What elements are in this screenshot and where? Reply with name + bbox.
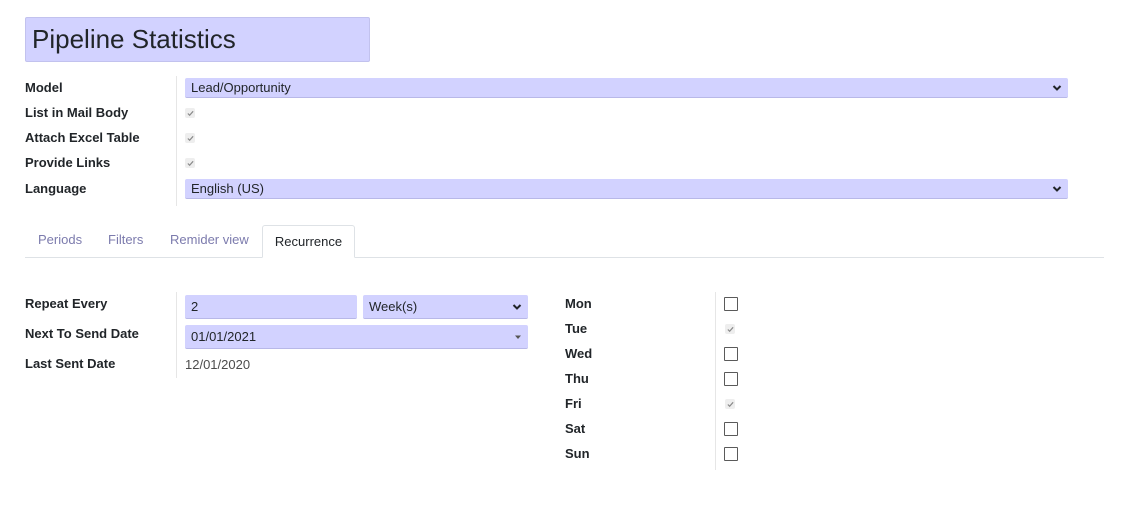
day-label-thu: Thu xyxy=(565,371,589,386)
last-sent-date-value: 12/01/2020 xyxy=(185,357,251,372)
record-title-field[interactable] xyxy=(25,17,370,62)
next-to-send-date-label: Next To Send Date xyxy=(25,326,139,341)
checkmark-icon xyxy=(726,326,734,332)
caret-down-icon xyxy=(515,335,521,339)
checkmark-icon xyxy=(186,160,194,166)
chevron-down-icon xyxy=(1052,84,1062,91)
model-label: Model xyxy=(25,80,63,95)
repeat-every-input[interactable]: 2 xyxy=(185,295,357,319)
label-separator xyxy=(715,292,716,470)
chevron-down-icon xyxy=(512,303,522,310)
day-checkbox-sun[interactable] xyxy=(724,447,738,461)
day-checkbox-wed[interactable] xyxy=(724,347,738,361)
chevron-down-icon xyxy=(1052,185,1062,192)
list-in-mail-body-label: List in Mail Body xyxy=(25,105,129,120)
language-select[interactable]: English (US) xyxy=(185,179,1068,199)
tab-periods[interactable]: Periods xyxy=(38,232,82,247)
tabs-divider xyxy=(25,257,1104,258)
label-separator xyxy=(176,76,177,206)
provide-links-checkbox[interactable] xyxy=(185,158,195,168)
repeat-unit-value: Week(s) xyxy=(369,299,418,314)
checkmark-icon xyxy=(186,135,194,141)
day-checkbox-tue[interactable] xyxy=(725,324,735,334)
provide-links-label: Provide Links xyxy=(25,155,111,170)
record-title-input[interactable] xyxy=(26,18,369,61)
tab-remider-view[interactable]: Remider view xyxy=(170,232,249,247)
checkmark-icon xyxy=(726,401,734,407)
tab-filters[interactable]: Filters xyxy=(108,232,143,247)
day-checkbox-mon[interactable] xyxy=(724,297,738,311)
day-label-sat: Sat xyxy=(565,421,586,436)
attach-excel-table-label: Attach Excel Table xyxy=(25,130,140,145)
day-label-tue: Tue xyxy=(565,321,588,336)
model-select-value: Lead/Opportunity xyxy=(191,80,291,95)
repeat-every-value: 2 xyxy=(191,299,199,314)
repeat-unit-select[interactable]: Week(s) xyxy=(363,295,528,319)
day-label-fri: Fri xyxy=(565,396,582,411)
tab-recurrence[interactable]: Recurrence xyxy=(262,225,355,258)
language-label: Language xyxy=(25,181,87,196)
next-to-send-date-value: 01/01/2021 xyxy=(191,329,257,344)
day-label-sun: Sun xyxy=(565,446,590,461)
day-label-mon: Mon xyxy=(565,296,592,311)
checkmark-icon xyxy=(186,110,194,116)
day-checkbox-sat[interactable] xyxy=(724,422,738,436)
repeat-every-label: Repeat Every xyxy=(25,296,108,311)
day-checkbox-fri[interactable] xyxy=(725,399,735,409)
last-sent-date-label: Last Sent Date xyxy=(25,356,116,371)
day-label-wed: Wed xyxy=(565,346,593,361)
next-to-send-date-input[interactable]: 01/01/2021 xyxy=(185,325,528,349)
model-select[interactable]: Lead/Opportunity xyxy=(185,78,1068,98)
list-in-mail-body-checkbox[interactable] xyxy=(185,108,195,118)
label-separator xyxy=(176,292,177,378)
language-select-value: English (US) xyxy=(191,181,264,196)
attach-excel-table-checkbox[interactable] xyxy=(185,133,195,143)
day-checkbox-thu[interactable] xyxy=(724,372,738,386)
